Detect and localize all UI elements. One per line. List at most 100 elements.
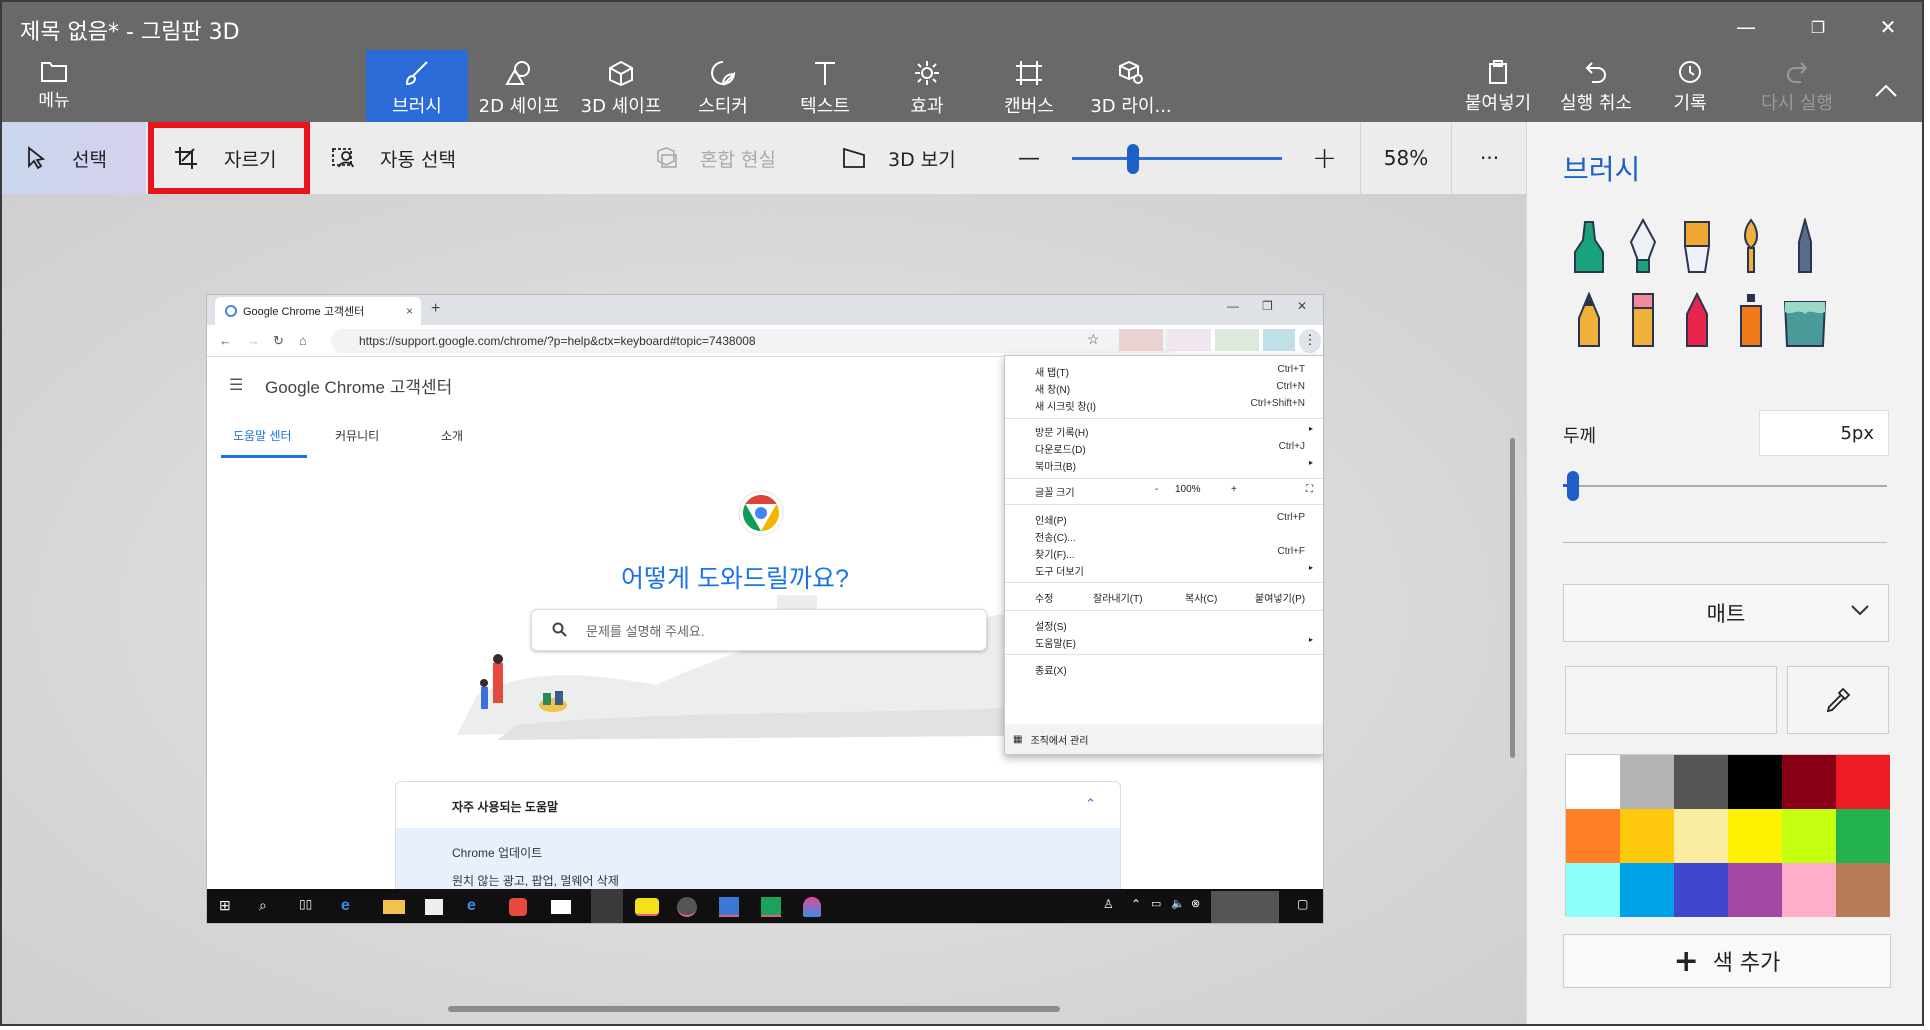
crop-icon — [175, 147, 197, 169]
finish-dropdown[interactable]: 매트 — [1563, 584, 1889, 642]
reload-icon: ↻ — [273, 333, 284, 348]
help-center-title: Google Chrome 고객센터 — [265, 378, 453, 397]
add-color-button[interactable]: + 색 추가 — [1563, 934, 1891, 988]
spray-can-icon[interactable] — [1731, 292, 1771, 350]
color-swatch[interactable] — [1620, 863, 1674, 917]
current-color-swatch[interactable] — [1565, 666, 1777, 734]
close-button[interactable]: ✕ — [1868, 10, 1908, 44]
mixed-reality-button[interactable]: 혼합 현실 — [654, 122, 776, 194]
select-tool[interactable]: 선택 — [2, 122, 146, 194]
new-tab-icon: + — [431, 300, 441, 317]
zoom-level[interactable]: 58% — [1360, 122, 1452, 194]
tab-2d-shapes[interactable]: 2D 셰이프 — [468, 50, 570, 122]
tab-text[interactable]: 텍스트 — [774, 50, 876, 122]
store-icon — [425, 899, 443, 915]
chevron-up-icon[interactable] — [1874, 82, 1898, 98]
menu-label: 메뉴 — [38, 91, 70, 111]
search-placeholder: 문제를 설명해 주세요. — [586, 623, 705, 639]
paint3d-taskbar-icon — [803, 897, 821, 917]
color-swatch[interactable] — [1782, 755, 1836, 809]
history-button[interactable]: 기록 — [1662, 60, 1718, 120]
marker-icon[interactable] — [1569, 218, 1609, 276]
oil-brush-icon[interactable] — [1677, 218, 1717, 276]
tab-stickers[interactable]: 스티커 — [672, 50, 774, 122]
search-icon: ⌕ — [259, 897, 267, 913]
chrome-logo-icon — [738, 490, 784, 536]
menu-item: 새 탭(T) Ctrl+T — [1035, 364, 1305, 379]
color-swatch[interactable] — [1728, 755, 1782, 809]
magic-select-tool[interactable]: 자동 선택 — [332, 122, 456, 194]
color-swatch[interactable] — [1674, 863, 1728, 917]
about-tab: 소개 — [441, 429, 464, 443]
redo-button[interactable]: 다시 실행 — [1754, 60, 1840, 120]
pixel-pen-icon[interactable] — [1785, 218, 1825, 276]
color-swatch[interactable] — [1728, 863, 1782, 917]
thickness-input[interactable]: 5px — [1759, 410, 1889, 456]
canvas-area[interactable]: Google Chrome 고객센터 × + — ❐ ✕ ← → ↻ ⌂ htt… — [2, 194, 1526, 1024]
undo-label: 실행 취소 — [1560, 93, 1632, 114]
view-3d-button[interactable]: 3D 보기 — [842, 122, 956, 194]
color-swatch[interactable] — [1620, 809, 1674, 863]
undo-button[interactable]: 실행 취소 — [1554, 60, 1638, 120]
calligraphy-pen-icon[interactable] — [1623, 218, 1663, 276]
crop-tool[interactable]: 자르기 — [148, 122, 310, 194]
canvas-image[interactable]: Google Chrome 고객센터 × + — ❐ ✕ ← → ↻ ⌂ htt… — [206, 294, 1324, 924]
tab-label: 브러시 — [392, 96, 442, 117]
hamburger-icon: ☰ — [229, 377, 244, 394]
color-swatch[interactable] — [1836, 863, 1890, 917]
zoom-in-button[interactable]: + — [1312, 122, 1337, 194]
eyedropper-button[interactable] — [1787, 666, 1889, 734]
redo-icon — [1787, 62, 1808, 83]
color-swatch[interactable] — [1836, 809, 1890, 863]
color-swatch[interactable] — [1566, 755, 1620, 809]
more-options-button[interactable]: ··· — [1480, 122, 1499, 194]
zoom-slider-thumb[interactable] — [1126, 144, 1139, 174]
menu-item: 도움말(E) ▸ — [1035, 635, 1313, 650]
extension-icon — [1119, 329, 1163, 351]
minimize-button[interactable]: — — [1726, 10, 1766, 44]
color-swatch[interactable] — [1566, 809, 1620, 863]
horizontal-scrollbar[interactable] — [448, 1006, 1060, 1012]
folder-icon — [41, 62, 67, 82]
crayon-icon[interactable] — [1677, 292, 1717, 350]
watercolor-icon[interactable] — [1731, 218, 1771, 276]
color-swatch[interactable] — [1674, 809, 1728, 863]
color-swatch[interactable] — [1566, 863, 1620, 917]
app-icon — [719, 897, 739, 917]
tab-effects[interactable]: 효과 — [876, 50, 978, 122]
pencil-icon[interactable] — [1569, 292, 1609, 350]
color-swatch[interactable] — [1782, 863, 1836, 917]
effects-icon — [915, 61, 939, 85]
fill-bucket-icon[interactable] — [1781, 292, 1829, 350]
magic-select-label: 자동 선택 — [380, 148, 456, 171]
color-swatch[interactable] — [1836, 755, 1890, 809]
people-icon: ♙ — [1103, 897, 1114, 911]
chrome-toolbar: ← → ↻ ⌂ https://support.google.com/chrom… — [207, 325, 1323, 357]
eraser-icon[interactable] — [1623, 292, 1663, 350]
color-swatch[interactable] — [1782, 809, 1836, 863]
crop-label: 자르기 — [224, 148, 277, 171]
tab-3d-library[interactable]: 3D 라이... — [1080, 50, 1182, 122]
tab-3d-shapes[interactable]: 3D 셰이프 — [570, 50, 672, 122]
vertical-scrollbar[interactable] — [1510, 438, 1515, 758]
zoom-slider-track[interactable] — [1072, 157, 1282, 160]
brushes-panel: 브러시 두께 5px 매트 + 색 추가 — [1526, 122, 1922, 1024]
text-icon — [815, 62, 835, 85]
mail-icon — [551, 900, 571, 914]
menu-zoom-row: 글꼴 크기 - 100% + ⛶ — [1035, 484, 1313, 499]
opacity-slider[interactable] — [1563, 542, 1887, 554]
menu-button[interactable]: 메뉴 — [22, 60, 86, 116]
zoom-out-button[interactable]: — — [1018, 122, 1040, 194]
thickness-slider-track[interactable] — [1563, 485, 1887, 487]
forward-icon: → — [247, 333, 260, 348]
menu-item: 종료(X) — [1035, 666, 1067, 677]
color-swatch[interactable] — [1728, 809, 1782, 863]
color-swatch[interactable] — [1620, 755, 1674, 809]
paste-button[interactable]: 붙여넣기 — [1458, 60, 1538, 120]
thickness-slider-thumb[interactable] — [1566, 471, 1579, 501]
app-icon — [677, 897, 697, 917]
tab-canvas[interactable]: 캔버스 — [978, 50, 1080, 122]
tab-brushes[interactable]: 브러시 — [366, 50, 468, 122]
restore-button[interactable]: ❐ — [1798, 10, 1838, 44]
color-swatch[interactable] — [1674, 755, 1728, 809]
